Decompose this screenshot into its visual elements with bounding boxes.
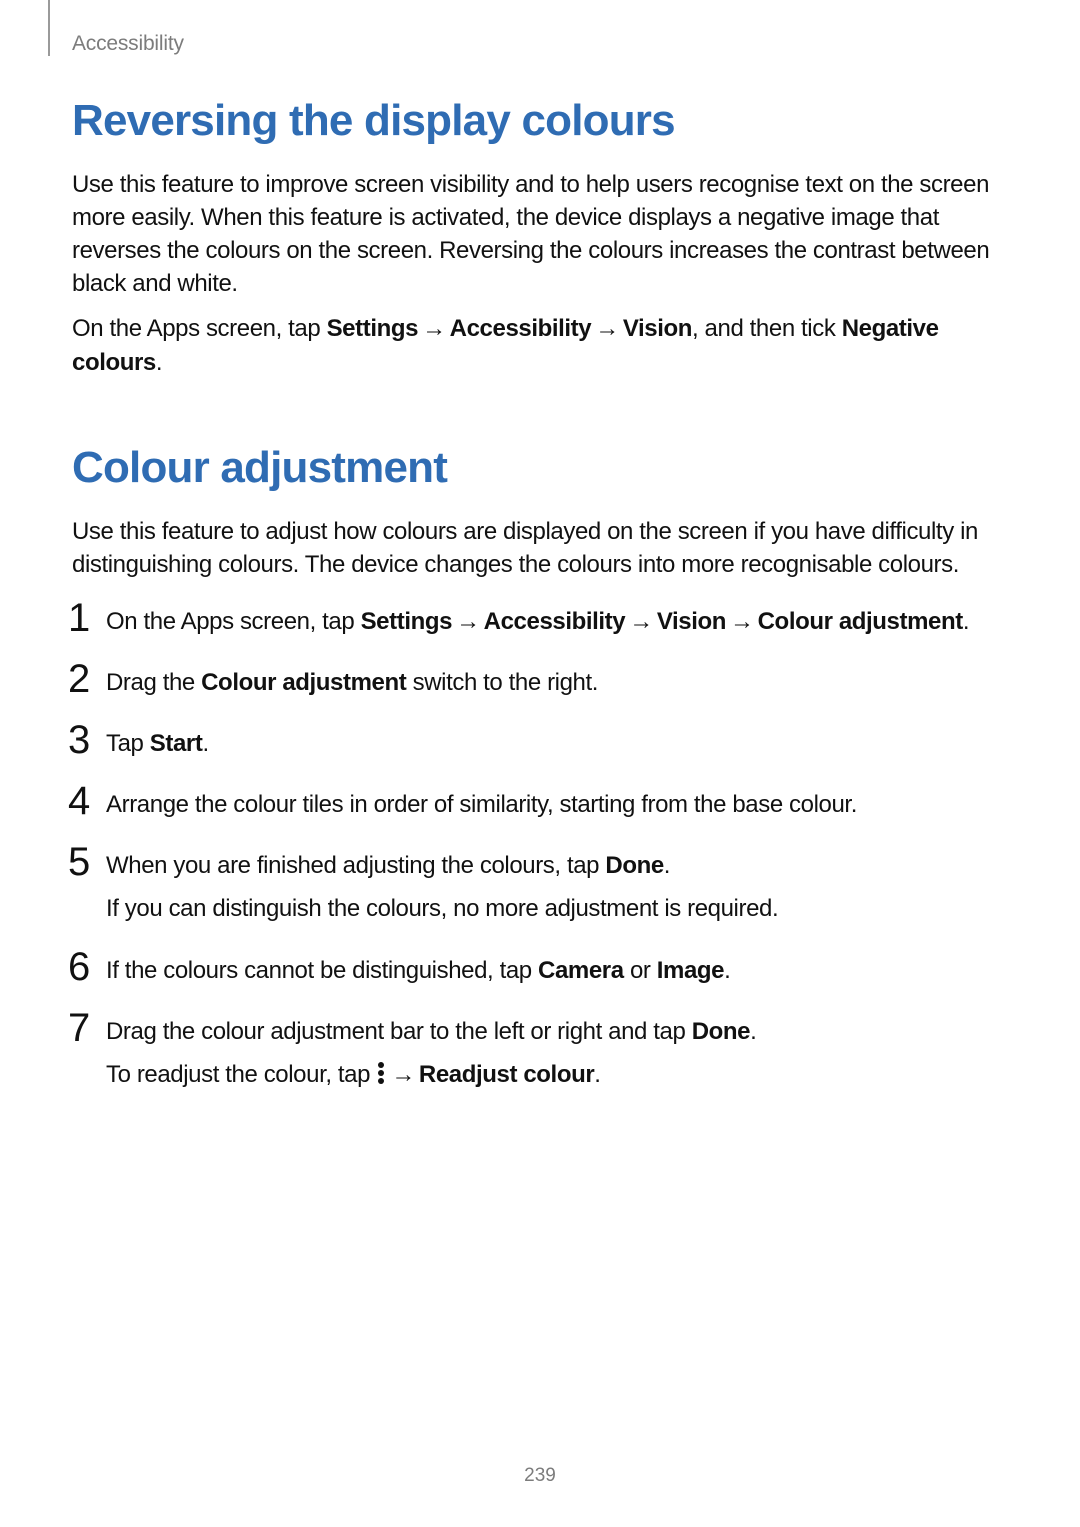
arrow-icon: → bbox=[726, 608, 758, 635]
text: Drag the bbox=[106, 669, 201, 696]
nav-vision: Vision bbox=[623, 315, 692, 342]
reversing-para-2: On the Apps screen, tap Settings→Accessi… bbox=[72, 312, 1008, 378]
nav-accessibility: Accessibility bbox=[450, 315, 592, 342]
colour-adjust-intro: Use this feature to adjust how colours a… bbox=[72, 515, 1008, 581]
step-3: Tap Start. bbox=[72, 727, 1008, 760]
text: Drag the colour adjustment bar to the le… bbox=[106, 1018, 692, 1045]
text: . bbox=[156, 349, 162, 376]
button-done: Done bbox=[692, 1018, 750, 1045]
text: On the Apps screen, tap bbox=[106, 608, 361, 635]
nav-colour-adjustment: Colour adjustment bbox=[758, 608, 963, 635]
text: or bbox=[624, 957, 657, 984]
steps-list: On the Apps screen, tap Settings→Accessi… bbox=[72, 605, 1008, 1091]
option-colour-adjustment: Colour adjustment bbox=[201, 669, 406, 696]
nav-settings: Settings bbox=[327, 315, 418, 342]
more-options-icon bbox=[378, 1062, 384, 1084]
page-number: 239 bbox=[0, 1465, 1080, 1487]
section-header: Accessibility bbox=[72, 32, 184, 56]
heading-colour-adjustment: Colour adjustment bbox=[72, 443, 1008, 493]
text: Tap bbox=[106, 730, 150, 757]
text: . bbox=[664, 852, 670, 879]
text: To readjust the colour, tap bbox=[106, 1061, 376, 1088]
text: . bbox=[202, 730, 208, 757]
text: . bbox=[963, 608, 969, 635]
step-2: Drag the Colour adjustment switch to the… bbox=[72, 666, 1008, 699]
text: switch to the right. bbox=[406, 669, 598, 696]
nav-settings: Settings bbox=[361, 608, 452, 635]
button-start: Start bbox=[150, 730, 203, 757]
arrow-icon: → bbox=[625, 608, 657, 635]
step-6: If the colours cannot be distinguished, … bbox=[72, 954, 1008, 987]
arrow-icon: → bbox=[452, 608, 484, 635]
step-5-sub: If you can distinguish the colours, no m… bbox=[106, 892, 1008, 925]
heading-reversing: Reversing the display colours bbox=[72, 96, 1008, 146]
header-rule bbox=[48, 0, 50, 56]
step-4: Arrange the colour tiles in order of sim… bbox=[72, 788, 1008, 821]
step-7: Drag the colour adjustment bar to the le… bbox=[72, 1015, 1008, 1091]
arrow-icon: → bbox=[387, 1061, 419, 1088]
text: . bbox=[594, 1061, 600, 1088]
step-1: On the Apps screen, tap Settings→Accessi… bbox=[72, 605, 1008, 638]
reversing-para-1: Use this feature to improve screen visib… bbox=[72, 168, 1008, 300]
text: . bbox=[750, 1018, 756, 1045]
button-done: Done bbox=[605, 852, 663, 879]
step-7-sub: To readjust the colour, tap →Readjust co… bbox=[106, 1058, 1008, 1091]
step-5: When you are finished adjusting the colo… bbox=[72, 849, 1008, 925]
page-content: Reversing the display colours Use this f… bbox=[72, 96, 1008, 1119]
button-camera: Camera bbox=[538, 957, 624, 984]
text: , and then tick bbox=[692, 315, 842, 342]
text: On the Apps screen, tap bbox=[72, 315, 327, 342]
text: If the colours cannot be distinguished, … bbox=[106, 957, 538, 984]
nav-vision: Vision bbox=[657, 608, 726, 635]
text: When you are finished adjusting the colo… bbox=[106, 852, 605, 879]
arrow-icon: → bbox=[418, 315, 450, 342]
nav-accessibility: Accessibility bbox=[484, 608, 626, 635]
text: . bbox=[724, 957, 730, 984]
arrow-icon: → bbox=[591, 315, 623, 342]
button-image: Image bbox=[657, 957, 724, 984]
option-readjust-colour: Readjust colour bbox=[419, 1061, 594, 1088]
